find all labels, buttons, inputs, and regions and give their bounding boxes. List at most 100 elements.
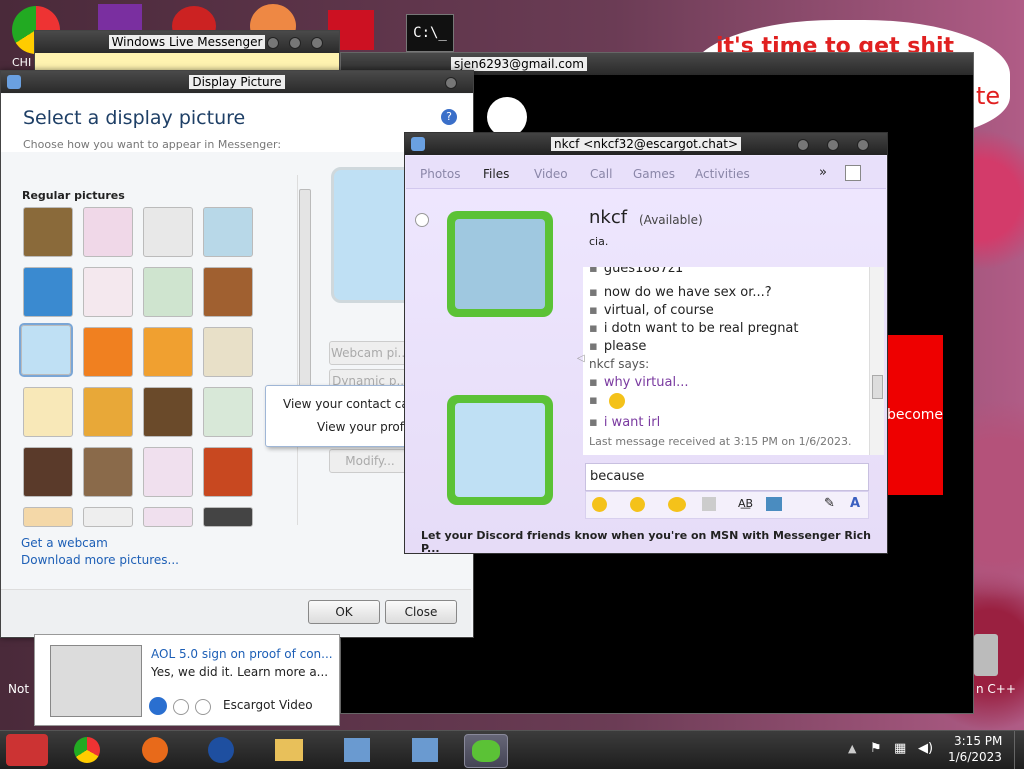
picture-thumb[interactable] <box>83 207 133 257</box>
maximize-button[interactable] <box>289 37 301 49</box>
voice-clip-icon[interactable] <box>702 497 716 511</box>
flag-icon[interactable]: ⚑ <box>870 741 882 756</box>
resize-arrow-icon[interactable]: ◁ <box>577 353 585 364</box>
chrome-old-icon[interactable] <box>6 734 48 766</box>
picture-thumb[interactable] <box>23 387 73 437</box>
wink-icon[interactable] <box>630 497 645 512</box>
background-icon[interactable] <box>766 497 782 511</box>
emoticon-icon[interactable] <box>592 497 607 512</box>
minimize-button[interactable] <box>797 139 809 151</box>
conversation-pane: ▪ gues1887z1 ▪ now do we have sex or...? ▪… <box>583 267 869 455</box>
tab-photos[interactable]: Photos <box>420 167 460 181</box>
picture-thumb[interactable] <box>143 387 193 437</box>
picture-thumb[interactable] <box>83 507 133 527</box>
close-button[interactable] <box>857 139 869 151</box>
close-button[interactable] <box>311 37 323 49</box>
scrollbar-thumb[interactable] <box>299 189 311 391</box>
chat-titlebar[interactable]: nkcf <nkcf32@escargot.chat> <box>405 133 887 155</box>
options-icon[interactable] <box>845 165 861 181</box>
tab-files[interactable]: Files <box>483 167 509 181</box>
collapse-icon[interactable] <box>415 213 429 227</box>
picture-thumb[interactable] <box>23 507 73 527</box>
message-line: ▪ now do we have sex or...? <box>589 285 772 300</box>
banner-text-2: te <box>976 82 1001 110</box>
chrome-icon[interactable] <box>66 734 108 766</box>
volume-icon[interactable]: ◀) <box>918 741 933 756</box>
message-input[interactable]: because <box>585 463 869 491</box>
own-avatar <box>455 403 545 497</box>
menu-item-profile[interactable]: View your profile <box>317 420 418 434</box>
sender-header: nkcf says: <box>589 357 650 371</box>
picture-thumb[interactable] <box>83 327 133 377</box>
play-icon[interactable] <box>149 697 167 715</box>
nudge-icon[interactable] <box>668 497 686 512</box>
installer-icon-2[interactable] <box>404 734 446 766</box>
message-line-incoming: ▪ <box>589 393 625 409</box>
picture-thumb[interactable] <box>203 267 253 317</box>
chat-window: nkcf <nkcf32@escargot.chat> Photos Files… <box>404 132 888 555</box>
picture-thumb[interactable] <box>143 507 193 527</box>
font-icon[interactable]: A͟B <box>738 497 753 510</box>
close-dialog-button[interactable]: Close <box>385 600 457 624</box>
next-icon[interactable] <box>195 699 211 715</box>
get-webcam-link[interactable]: Get a webcam <box>21 536 108 550</box>
chat-title: nkcf <nkcf32@escargot.chat> <box>551 137 741 151</box>
picture-thumb[interactable] <box>23 207 73 257</box>
taskbar: ▲ ⚑ ▦ ◀) 3:15 PM 1/6/2023 <box>0 730 1024 769</box>
show-desktop-button[interactable] <box>1014 731 1024 769</box>
show-hidden-icons[interactable]: ▲ <box>848 742 856 755</box>
installer-icon[interactable] <box>336 734 378 766</box>
picture-thumb[interactable] <box>143 327 193 377</box>
picture-thumb[interactable] <box>83 267 133 317</box>
picture-thumb[interactable] <box>203 327 253 377</box>
modify-button[interactable]: Modify... <box>329 449 411 473</box>
become-label: become <box>887 407 944 423</box>
tab-video[interactable]: Video <box>534 167 568 181</box>
conversation-scrollbar[interactable] <box>869 267 884 455</box>
download-pictures-link[interactable]: Download more pictures... <box>21 553 179 567</box>
tab-games[interactable]: Games <box>633 167 675 181</box>
recycle-bin-icon[interactable] <box>974 634 998 676</box>
picture-thumb[interactable] <box>83 387 133 437</box>
cmd-desktop-icon[interactable]: C:\_ <box>406 14 454 52</box>
webcam-picture-button[interactable]: Webcam pi... <box>329 341 411 365</box>
contact-avatar-frame[interactable] <box>447 211 553 317</box>
help-icon[interactable]: ? <box>441 109 457 125</box>
scrollbar-thumb[interactable] <box>872 375 883 399</box>
picture-thumb[interactable] <box>23 447 73 497</box>
close-button[interactable] <box>445 77 457 89</box>
maximize-button[interactable] <box>827 139 839 151</box>
minimize-button[interactable] <box>267 37 279 49</box>
clock-time[interactable]: 3:15 PM <box>954 734 1002 748</box>
notification-title[interactable]: AOL 5.0 sign on proof of con... <box>151 647 333 661</box>
video-thumbnail[interactable] <box>50 645 142 717</box>
ok-button[interactable]: OK <box>308 600 380 624</box>
tab-call[interactable]: Call <box>590 167 612 181</box>
handwriting-icon[interactable]: ✎ <box>824 496 835 511</box>
picture-thumb[interactable] <box>143 207 193 257</box>
picture-thumb-selected[interactable] <box>19 323 73 377</box>
obama-icon[interactable] <box>200 734 242 766</box>
picture-thumb[interactable] <box>83 447 133 497</box>
menu-item-contact-card[interactable]: View your contact card <box>283 397 421 411</box>
firefox-icon[interactable] <box>134 734 176 766</box>
picture-thumb[interactable] <box>143 447 193 497</box>
text-style-icon[interactable]: A <box>850 496 860 511</box>
folder-icon[interactable] <box>268 734 310 766</box>
clock-date[interactable]: 1/6/2023 <box>948 750 1002 764</box>
tab-activities[interactable]: Activities <box>695 167 750 181</box>
grid-scrollbar[interactable] <box>297 175 312 525</box>
picture-thumb[interactable] <box>23 267 73 317</box>
previous-icon[interactable] <box>173 699 189 715</box>
last-received-text: Last message received at 3:15 PM on 1/6/… <box>589 435 852 448</box>
more-tabs-icon[interactable]: » <box>819 165 827 180</box>
picture-thumb[interactable] <box>203 207 253 257</box>
picture-thumb[interactable] <box>203 387 253 437</box>
picture-thumb[interactable] <box>203 447 253 497</box>
own-avatar-frame[interactable] <box>447 395 553 505</box>
picture-thumb[interactable] <box>203 507 253 527</box>
picture-thumb[interactable] <box>143 267 193 317</box>
ad-banner[interactable]: Let your Discord friends know when you'r… <box>421 529 887 555</box>
messenger-taskbar-icon[interactable] <box>464 734 508 768</box>
network-icon[interactable]: ▦ <box>894 741 906 756</box>
